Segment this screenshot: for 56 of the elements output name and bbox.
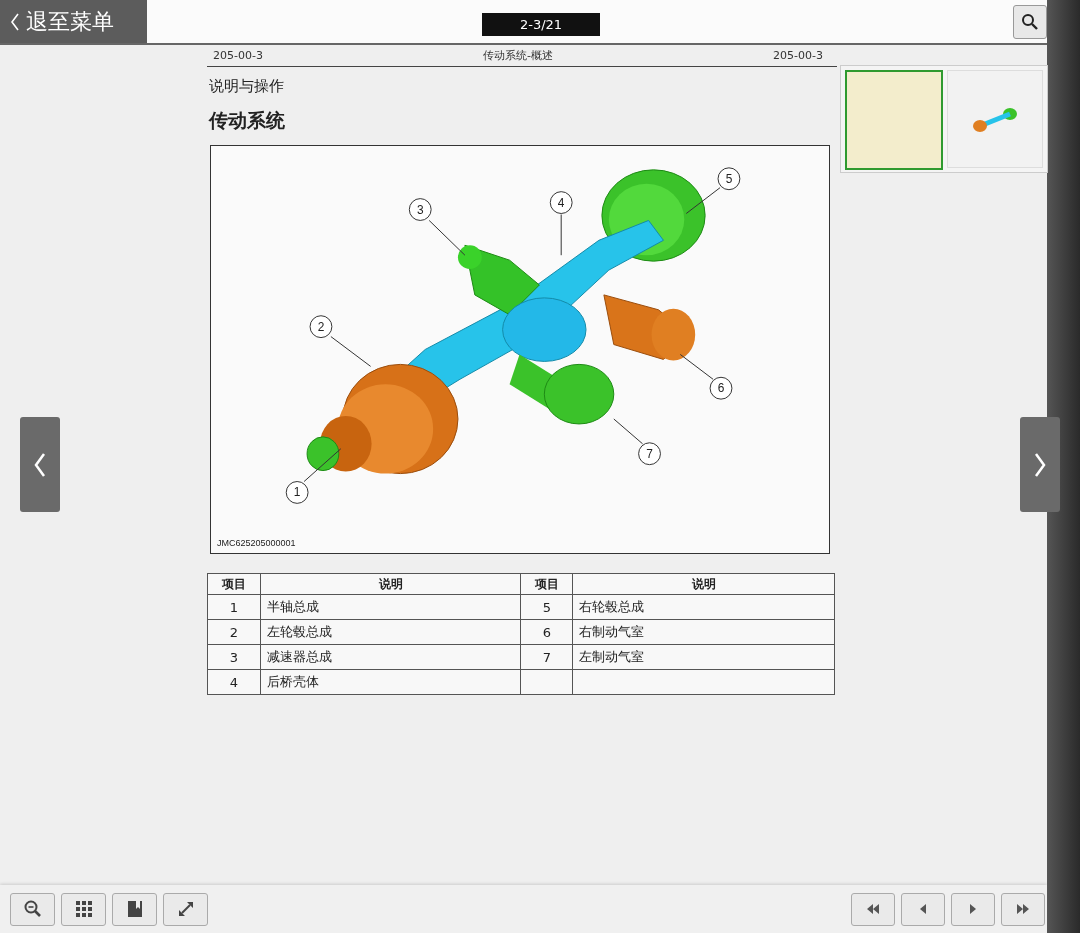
callout-number: 4 [549,191,573,214]
column-header: 项目 [521,573,573,595]
table-cell: 右轮毂总成 [579,599,645,614]
leader-line [613,418,644,445]
table-cell: 3 [229,649,239,665]
table-cell: 半轴总成 [266,599,319,614]
leader-line [685,187,721,214]
table-cell: 右制动气室 [579,624,645,639]
page-code: 205-00-3 [773,49,823,62]
page-code: 205-00-3 [213,49,263,62]
zoom-out-icon [22,899,43,919]
figure-code: JMC625205000001 [217,538,296,548]
section-label: 说明与操作 [209,77,285,96]
leader-line [679,353,714,380]
grid-view-button[interactable] [61,892,106,926]
table-cell: 4 [229,674,239,690]
bookmark-button[interactable] [112,892,157,926]
chapter-title: 传动系统-概述 [483,48,553,63]
back-button[interactable]: 退至菜单 [0,0,147,43]
search-button[interactable] [1013,4,1047,39]
leader-line [560,214,562,256]
leader-line [303,448,342,482]
table-cell: 6 [542,624,552,640]
table-cell: 左制动气室 [579,649,645,664]
leader-line [428,219,466,256]
left-arrow-icon [918,903,928,915]
callout-number: 7 [638,442,661,466]
zoom-out-button[interactable] [10,892,55,926]
callout-number: 2 [309,315,333,339]
table-cell: 5 [542,599,552,615]
fullscreen-button[interactable] [163,892,208,926]
column-header: 项目 [207,573,261,595]
first-page-button[interactable] [851,892,895,926]
table-cell: 1 [229,599,239,615]
table-cell: 后桥壳体 [266,674,319,689]
last-page-button[interactable] [1001,892,1045,926]
right-arrow-icon [968,903,978,915]
table-cell: 减速器总成 [266,649,332,664]
chevron-left-icon [10,11,20,32]
callout-number: 5 [717,167,741,191]
page-title: 传动系统 [209,108,286,133]
callout-number: 1 [285,481,309,504]
column-header: 说明 [572,573,835,595]
search-icon [1021,12,1039,31]
table-cell: 2 [229,624,239,640]
double-right-arrow-icon [1015,903,1031,915]
leader-line [330,336,372,367]
table-cell: 左轮毂总成 [266,624,332,639]
page-thumbnail[interactable] [845,70,943,170]
grid-icon [73,899,94,919]
callout-number: 3 [408,198,432,221]
column-header: 说明 [260,573,521,595]
double-left-arrow-icon [865,903,881,915]
table-cell: 7 [542,649,552,665]
page-indicator: 2-3/21 [482,13,600,36]
callout-number: 6 [709,376,733,400]
